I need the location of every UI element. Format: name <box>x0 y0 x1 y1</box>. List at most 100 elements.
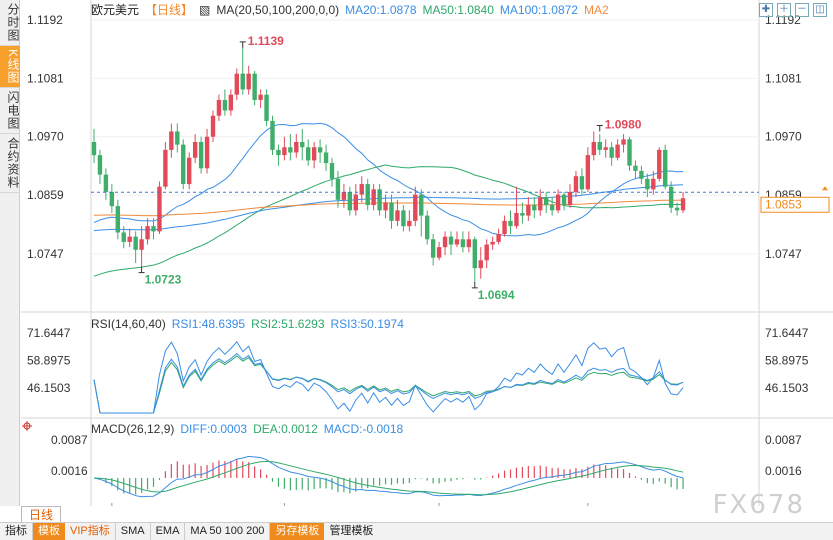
macd-axis-label-right: 0.0016 <box>765 464 802 478</box>
indicator-toolbar: 指标 模板 VIP指标 SMA EMA MA 50 100 200 另存模板 管… <box>0 522 833 540</box>
price-annotation-label: 1.0723 <box>145 273 182 287</box>
candle-body <box>139 239 144 250</box>
tab-kline[interactable]: K线图 <box>0 46 20 89</box>
indicator-button[interactable]: 指标 <box>0 523 33 540</box>
candle-body <box>633 165 638 171</box>
rsi-params[interactable]: RSI(14,60,40) <box>91 317 166 331</box>
rsi-header: RSI(14,60,40) RSI1:48.6395 RSI2:51.6293 RSI… <box>91 317 410 331</box>
candle-body <box>133 236 138 250</box>
candle-body <box>228 94 234 111</box>
candle-body <box>645 178 650 190</box>
ma-periods-button[interactable]: MA 50 100 200 <box>185 523 271 540</box>
candle-body <box>204 136 210 169</box>
candle-body <box>151 226 156 232</box>
candle-body <box>508 220 513 227</box>
candle-body <box>555 194 561 211</box>
candle-body <box>288 147 293 153</box>
candle-body <box>585 155 591 190</box>
candle-body <box>187 157 192 185</box>
candle-body <box>460 239 466 248</box>
candle-body <box>222 99 228 111</box>
candle-body <box>252 73 257 100</box>
candle-body <box>97 155 103 175</box>
price-label-right: 1.0747 <box>765 247 802 261</box>
ma-params[interactable]: MA(20,50,100,200,0,0) <box>216 3 339 17</box>
period-label[interactable]: 【日线】 <box>145 3 193 17</box>
candle-body <box>502 220 507 235</box>
candle-body <box>668 186 674 208</box>
candle-body <box>264 94 269 121</box>
candle-body <box>490 241 495 245</box>
candle-body <box>544 197 549 206</box>
candle-body <box>395 210 400 221</box>
period-tab-daily[interactable]: 日线 <box>21 506 61 522</box>
price-label-left: 1.0970 <box>27 130 64 144</box>
tab-flash-chart[interactable]: 闪电图 <box>0 88 20 135</box>
candle-body <box>121 232 126 242</box>
macd-params[interactable]: MACD(26,12,9) <box>91 422 174 436</box>
candle-body <box>359 184 364 195</box>
zoom-out-icon[interactable]: － <box>795 3 809 17</box>
chart-area[interactable]: 1.1192 1.1192 1.1081 1.1081 1.0970 1.0970 1.08… <box>21 0 833 517</box>
ema-button[interactable]: EMA <box>151 523 186 540</box>
candle-body <box>639 170 644 179</box>
ma100-value: MA100:1.0872 <box>499 3 578 17</box>
candle-body <box>419 194 424 216</box>
candle-body <box>430 239 436 258</box>
candle-body <box>436 247 442 258</box>
price-label-left: 1.0859 <box>27 188 64 202</box>
zoom-in-icon[interactable]: ＋ <box>777 3 791 17</box>
tab-contract-info[interactable]: 合约资料 <box>0 134 20 194</box>
candle-body <box>514 212 519 227</box>
candle-body <box>240 73 245 90</box>
candle-body <box>484 244 489 261</box>
ma20-value: MA20:1.0878 <box>345 3 417 17</box>
candle-body <box>145 226 150 240</box>
candle-body <box>91 141 97 156</box>
tab-timeshare[interactable]: 分时图 <box>0 0 20 46</box>
candle-body <box>466 239 472 248</box>
reset-icon[interactable]: ◫ <box>813 3 827 17</box>
candle-body <box>561 194 567 206</box>
macd-axis-label-right: 0.0087 <box>765 433 802 447</box>
chart-toolbar: ✚ ＋ － ◫ <box>759 3 827 17</box>
ma-settings-icon[interactable]: ▧ <box>199 3 210 17</box>
candle-body <box>270 120 275 150</box>
ma200-value: MA2 <box>583 3 609 17</box>
candle-body <box>347 191 353 211</box>
candle-body <box>674 207 680 211</box>
time-label: 2024/03 <box>570 505 610 506</box>
candle-body <box>615 144 620 158</box>
candle-body <box>311 147 317 161</box>
macd-indicator-icon <box>22 421 32 431</box>
crosshair-icon[interactable]: ✚ <box>759 3 773 17</box>
save-template-button[interactable]: 另存模板 <box>270 523 325 540</box>
candle-body <box>549 205 555 211</box>
candle-body <box>425 215 430 240</box>
symbol-name: 欧元美元 <box>91 3 140 17</box>
candle-body <box>210 115 216 137</box>
price-label-left: 1.1192 <box>27 13 63 27</box>
template-button[interactable]: 模板 <box>33 523 65 540</box>
candle-body <box>573 176 579 192</box>
rsi2-value: RSI2:51.6293 <box>251 317 325 331</box>
candle-body <box>603 147 608 150</box>
candle-body <box>532 205 537 211</box>
manage-template-button[interactable]: 管理模板 <box>324 523 378 540</box>
candle-body <box>371 189 376 206</box>
sma-button[interactable]: SMA <box>116 523 151 540</box>
candle-body <box>115 206 120 233</box>
candle-body <box>163 149 168 187</box>
price-label-left: 1.1081 <box>27 71 64 85</box>
candle-body <box>341 191 347 200</box>
vip-indicator-button[interactable]: VIP指标 <box>65 523 116 540</box>
candle-body <box>478 260 483 269</box>
rsi-axis-label-left: 46.1503 <box>27 381 71 395</box>
rsi-axis-label-right: 46.1503 <box>765 381 809 395</box>
candle-body <box>657 149 662 179</box>
candle-body <box>329 163 335 179</box>
candle-body <box>526 205 531 216</box>
time-label: 2023/12 <box>94 505 134 506</box>
candle-body <box>621 139 626 145</box>
watermark-logo: FX678 <box>712 490 805 520</box>
